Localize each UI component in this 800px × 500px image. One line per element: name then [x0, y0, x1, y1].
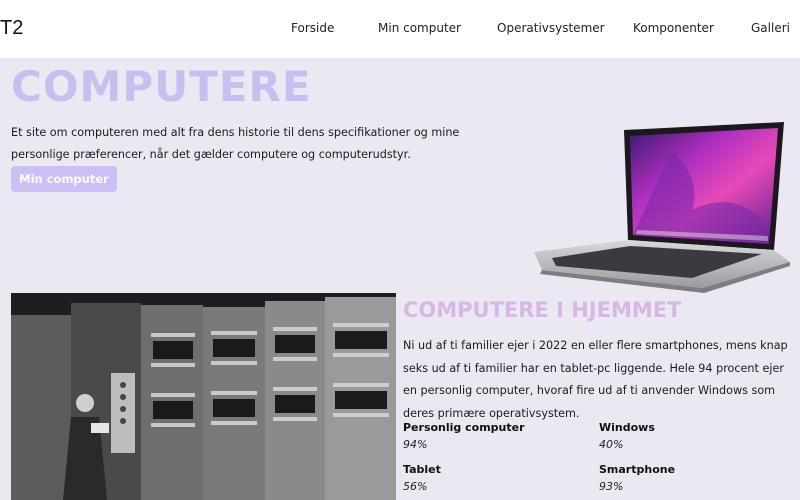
hero-description: Et site om computeren med alt fra dens h…: [11, 126, 460, 161]
stat-label-windows: Windows: [599, 421, 655, 434]
mainframe-photo: [11, 293, 396, 500]
nav-operativsystemer[interactable]: Operativsystemer: [497, 21, 605, 35]
nav-forside[interactable]: Forside: [291, 21, 334, 35]
hero-title: COMPUTERE: [11, 62, 312, 111]
laptop-image: [534, 122, 790, 293]
stat-value-tablet: 56%: [403, 480, 428, 493]
top-navigation-bar: T2 Forside Min computer Operativsystemer…: [0, 0, 800, 58]
stat-label-tablet: Tablet: [403, 463, 441, 476]
stat-value-personlig-computer: 94%: [403, 438, 428, 451]
nav-min-computer[interactable]: Min computer: [378, 21, 461, 35]
section-title: COMPUTERE I HJEMMET: [403, 298, 682, 322]
nav-galleri[interactable]: Galleri: [751, 21, 790, 35]
stat-value-windows: 40%: [599, 438, 624, 451]
min-computer-button[interactable]: Min computer: [11, 166, 117, 192]
nav-komponenter[interactable]: Komponenter: [633, 21, 714, 35]
stat-label-smartphone: Smartphone: [599, 463, 676, 476]
section-description: Ni ud af ti familier ejer i 2022 en elle…: [403, 339, 788, 420]
site-logo[interactable]: T2: [0, 17, 23, 40]
stat-label-personlig-computer: Personlig computer: [403, 421, 525, 434]
stat-value-smartphone: 93%: [599, 480, 624, 493]
